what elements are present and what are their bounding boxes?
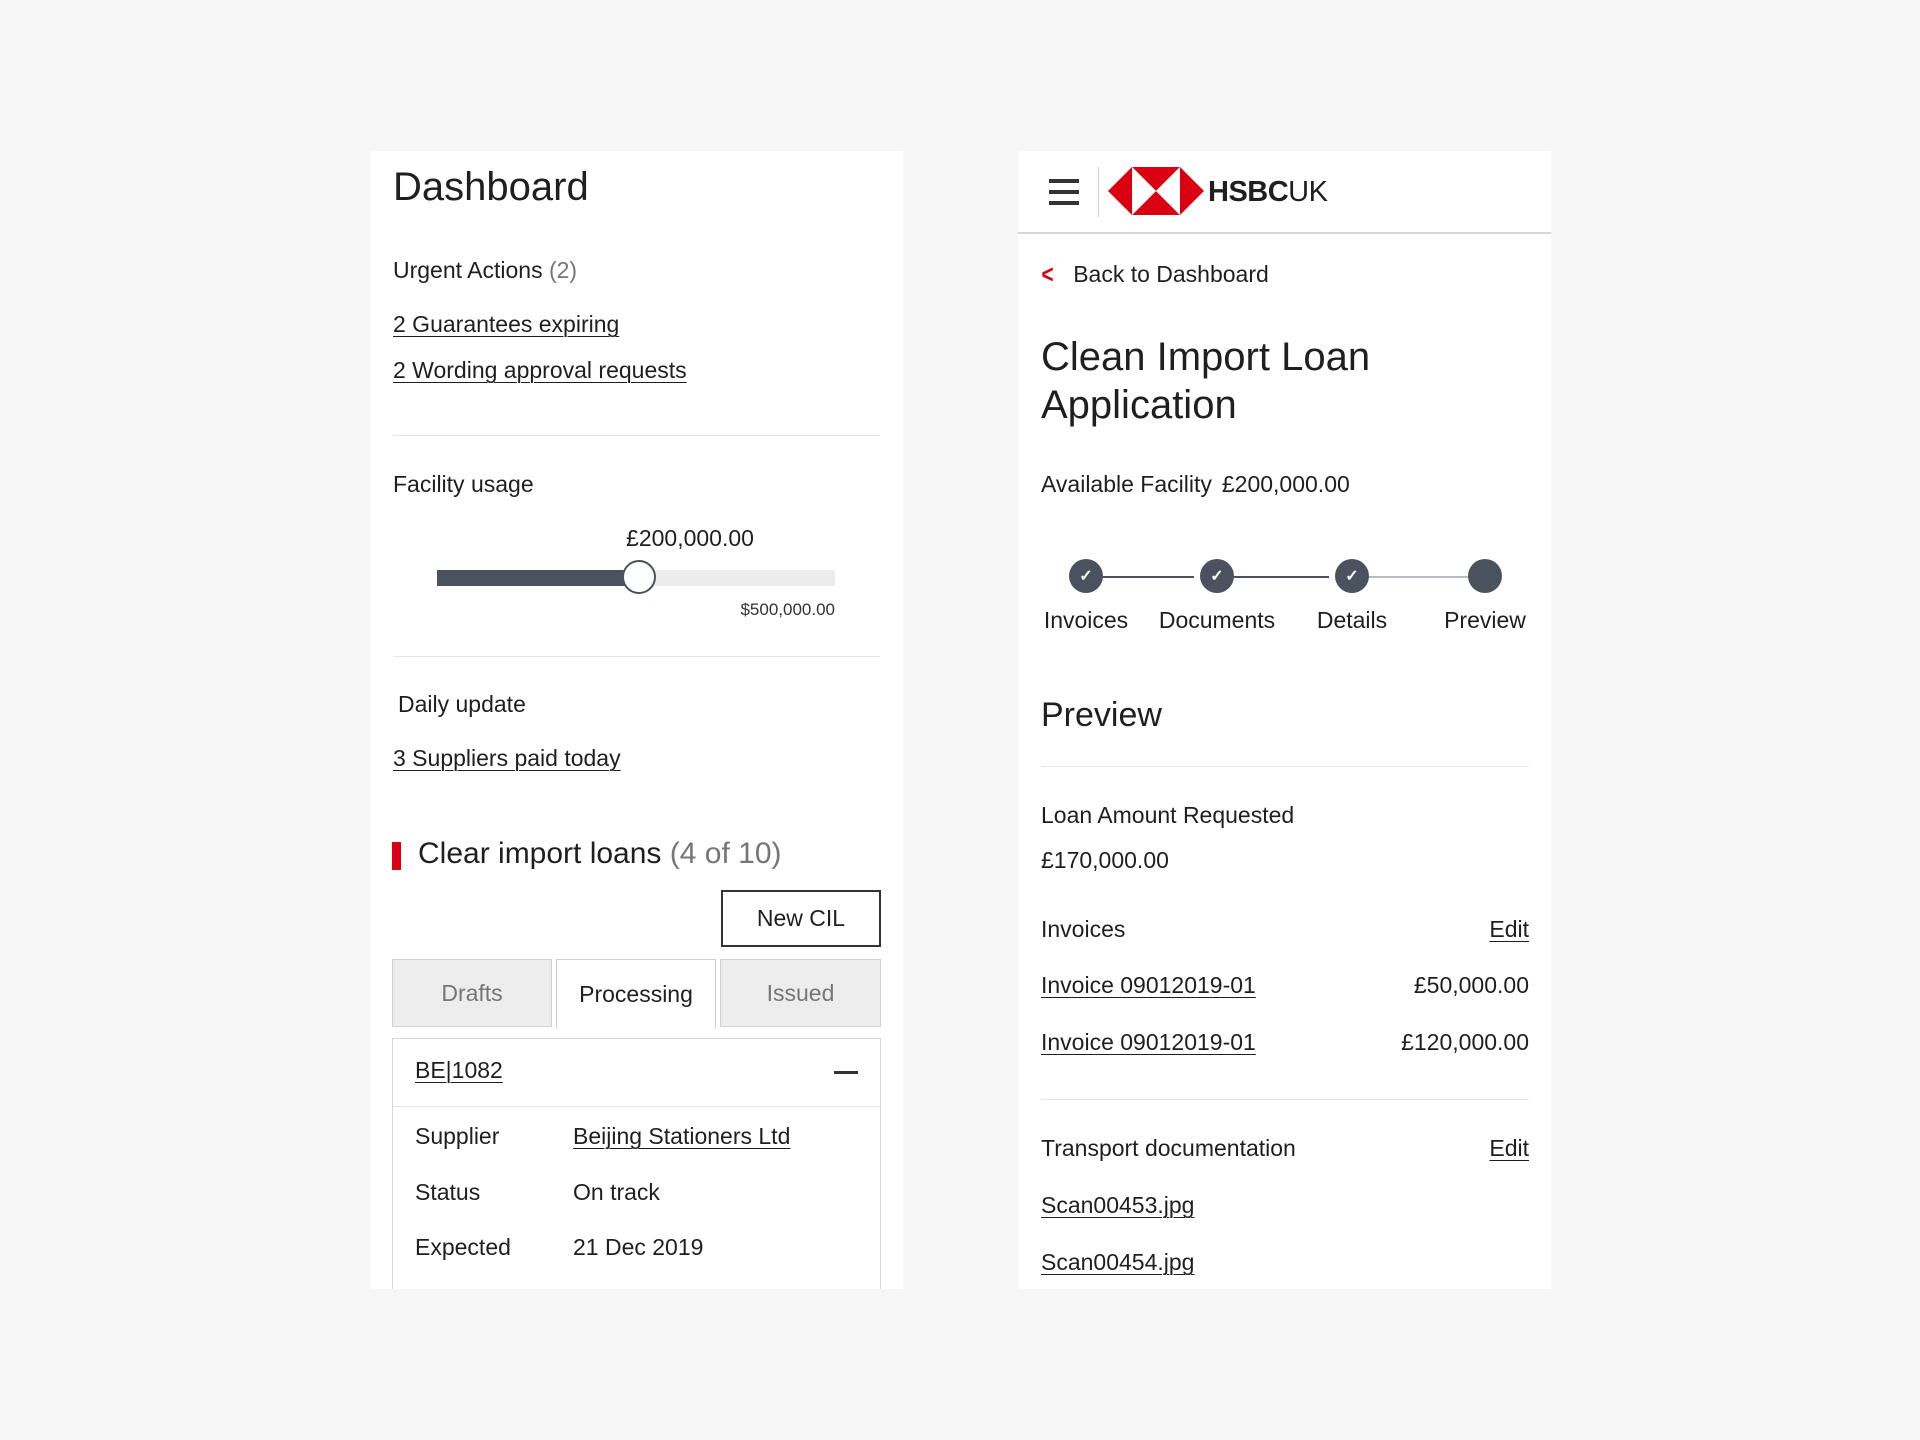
available-facility: Available Facility £200,000.00 [1041, 471, 1350, 498]
tab-processing[interactable]: Processing [556, 959, 716, 1029]
document-link[interactable]: Scan00453.jpg [1041, 1192, 1194, 1219]
brand-label: HSBC [1208, 176, 1289, 208]
guarantees-expiring-link[interactable]: 2 Guarantees expiring [393, 311, 619, 338]
section-accent-bar [392, 842, 401, 870]
facility-slider-fill [437, 570, 639, 586]
urgent-actions-label: Urgent Actions [393, 257, 543, 283]
divider [1098, 167, 1099, 217]
facility-max-value: $500,000.00 [740, 600, 835, 619]
collapse-icon[interactable] [834, 1071, 858, 1074]
new-cil-button[interactable]: New CIL [721, 890, 881, 947]
clear-import-loans-heading: Clear import loans (4 of 10) [418, 837, 782, 871]
clear-import-loans-count: (4 of 10) [669, 837, 782, 870]
status-label: Status [415, 1179, 481, 1205]
step-preview-label: Preview [1444, 607, 1526, 633]
divider [1041, 1099, 1529, 1100]
loan-reference-link[interactable]: BE|1082 [415, 1057, 503, 1084]
step-details-label: Details [1316, 607, 1388, 633]
hsbc-logo-icon [1108, 167, 1204, 215]
menu-icon[interactable] [1049, 179, 1079, 205]
edit-invoices-link[interactable]: Edit [1489, 916, 1529, 943]
available-facility-label: Available Facility [1041, 471, 1212, 497]
dashboard-panel: Dashboard Urgent Actions (2) 2 Guarantee… [370, 151, 903, 1289]
step-preview-current-icon [1468, 559, 1502, 593]
invoice-amount: £120,000.00 [1401, 1029, 1529, 1055]
document-link[interactable]: Scan00454.jpg [1041, 1249, 1194, 1276]
edit-transport-link[interactable]: Edit [1489, 1135, 1529, 1162]
brand-name: HSBCUK [1208, 176, 1328, 209]
step-invoices-label: Invoices [1043, 607, 1129, 633]
step-invoices-check-icon[interactable]: ✓ [1069, 559, 1103, 593]
application-title: Clean Import Loan Application [1041, 335, 1371, 427]
back-label: Back to Dashboard [1073, 261, 1269, 287]
suppliers-paid-link[interactable]: 3 Suppliers paid today [393, 745, 621, 772]
wording-approval-link[interactable]: 2 Wording approval requests [393, 357, 687, 384]
back-to-dashboard-link[interactable]: < Back to Dashboard [1040, 259, 1269, 290]
stepper-connector [1352, 576, 1468, 578]
invoice-link[interactable]: Invoice 09012019-01 [1041, 972, 1256, 999]
divider [1041, 766, 1529, 767]
application-panel: HSBCUK < Back to Dashboard Clean Import … [1018, 151, 1551, 1289]
available-facility-value: £200,000.00 [1221, 471, 1350, 497]
facility-usage-label: Facility usage [393, 471, 534, 497]
divider [393, 656, 880, 657]
loan-amount-label: Loan Amount Requested [1041, 802, 1295, 828]
facility-usage-value: £200,000.00 [626, 525, 754, 551]
supplier-label: Supplier [415, 1123, 500, 1149]
invoice-link[interactable]: Invoice 09012019-01 [1041, 1029, 1256, 1056]
clear-import-loans-label: Clear import loans [418, 837, 662, 870]
page-title: Dashboard [393, 165, 589, 209]
divider [393, 435, 880, 436]
loan-card: BE|1082 Supplier Beijing Stationers Ltd … [392, 1038, 881, 1289]
chevron-left-icon: < [1041, 259, 1054, 289]
top-bar: HSBCUK [1018, 151, 1551, 234]
step-details-check-icon[interactable]: ✓ [1335, 559, 1369, 593]
expected-value: 21 Dec 2019 [573, 1234, 704, 1260]
loan-amount-value: £170,000.00 [1041, 847, 1169, 873]
expected-label: Expected [415, 1234, 511, 1260]
tab-drafts[interactable]: Drafts [392, 959, 552, 1027]
step-documents-label: Documents [1158, 607, 1276, 633]
step-documents-check-icon[interactable]: ✓ [1200, 559, 1234, 593]
brand-suffix: UK [1288, 176, 1328, 208]
facility-slider-handle[interactable] [622, 560, 656, 594]
daily-update-label: Daily update [398, 691, 526, 717]
status-value: On track [573, 1179, 660, 1205]
invoice-amount: £50,000.00 [1413, 972, 1529, 998]
loan-card-header[interactable]: BE|1082 [393, 1039, 880, 1107]
supplier-link[interactable]: Beijing Stationers Ltd [573, 1123, 790, 1150]
urgent-actions-count: (2) [548, 257, 578, 283]
invoices-label: Invoices [1041, 916, 1126, 942]
tab-issued[interactable]: Issued [720, 959, 881, 1027]
transport-documentation-label: Transport documentation [1041, 1135, 1296, 1161]
urgent-actions-heading: Urgent Actions (2) [393, 257, 577, 284]
preview-heading: Preview [1041, 696, 1162, 734]
